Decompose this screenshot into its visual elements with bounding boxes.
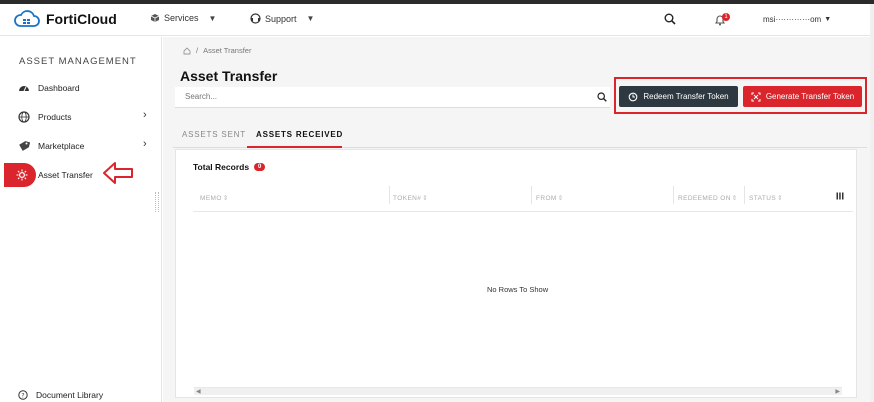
user-menu[interactable]: msi·············om ▼ — [763, 15, 863, 24]
home-icon[interactable] — [183, 46, 191, 55]
sidebar-item-label: Products — [38, 112, 72, 122]
redeem-label: Redeem Transfer Token — [643, 92, 729, 101]
breadcrumb: / Asset Transfer — [183, 46, 251, 55]
column-separator[interactable] — [389, 186, 390, 204]
column-header-redeemed-on[interactable]: REDEEMED ON⇕ — [678, 194, 738, 202]
tab-bar: ASSETS SENT ASSETS RECEIVED — [173, 121, 867, 148]
column-header-memo[interactable]: MEMO⇕ — [200, 194, 229, 202]
sidebar: ASSET MANAGEMENT Dashboard Products › Ma… — [4, 37, 162, 402]
redeem-refresh-icon — [629, 92, 638, 101]
main-content: / Asset Transfer Asset Transfer Redeem T… — [163, 37, 870, 402]
sidebar-item-label: Asset Transfer — [38, 170, 93, 180]
tab-assets-received[interactable]: ASSETS RECEIVED — [256, 130, 343, 139]
page-title: Asset Transfer — [180, 68, 278, 84]
sidebar-title: ASSET MANAGEMENT — [19, 56, 137, 67]
svg-text:?: ? — [21, 392, 24, 399]
sort-icon: ⇕ — [777, 195, 783, 202]
cloud-logo-icon — [14, 10, 40, 27]
total-records: Total Records 0 — [193, 162, 266, 172]
records-grid: Total Records 0 MEMO⇕ TOKEN#⇕ FROM⇕ REDE… — [175, 149, 857, 398]
support-label: Support — [265, 13, 297, 24]
help-circle-icon: ? — [18, 390, 28, 400]
sort-icon: ⇕ — [557, 195, 564, 202]
search-bar — [175, 87, 610, 108]
caret-down-icon: ▼ — [824, 16, 832, 23]
chevron-right-icon: › — [143, 138, 147, 150]
sidebar-resize-handle[interactable] — [155, 192, 159, 212]
breadcrumb-current: Asset Transfer — [203, 46, 252, 55]
asset-transfer-icon — [16, 169, 28, 181]
sidebar-item-label: Dashboard — [38, 83, 80, 93]
column-separator[interactable] — [744, 186, 745, 204]
column-header-label: TOKEN# — [393, 195, 422, 202]
search-input[interactable] — [185, 92, 585, 101]
column-header-label: FROM — [536, 195, 557, 202]
services-cube-icon — [150, 14, 160, 22]
generate-token-icon — [751, 92, 761, 101]
generate-label: Generate Transfer Token — [765, 92, 855, 101]
top-header: FortiCloud Services ▼ Support ▼ 1 msi···… — [0, 4, 870, 36]
sort-icon: ⇕ — [222, 195, 229, 202]
generate-transfer-token-button[interactable]: Generate Transfer Token — [743, 86, 862, 107]
redeem-transfer-token-button[interactable]: Redeem Transfer Token — [619, 86, 738, 107]
caret-down-icon: ▼ — [306, 14, 315, 23]
total-records-label: Total Records — [193, 162, 250, 172]
column-header-status[interactable]: STATUS⇕ — [749, 194, 783, 202]
user-email: msi·············om — [763, 15, 822, 24]
annotation-arrow-icon — [103, 162, 133, 184]
sidebar-item-products[interactable]: Products › — [4, 105, 161, 129]
column-header-from[interactable]: FROM⇕ — [536, 194, 564, 202]
tab-assets-sent[interactable]: ASSETS SENT — [182, 130, 246, 139]
breadcrumb-separator: / — [196, 46, 199, 55]
column-separator[interactable] — [673, 186, 674, 204]
sort-icon: ⇕ — [422, 195, 429, 202]
page-scrollbar[interactable] — [870, 4, 874, 402]
support-headset-icon — [250, 13, 261, 24]
scroll-left-icon[interactable]: ◀ — [196, 388, 201, 395]
services-label: Services — [164, 13, 199, 23]
column-separator[interactable] — [531, 186, 532, 204]
services-menu[interactable]: Services ▼ — [150, 13, 216, 23]
column-header-label: REDEEMED ON — [678, 195, 731, 202]
document-library-label: Document Library — [36, 390, 104, 400]
active-tab-underline — [247, 146, 342, 148]
search-icon[interactable] — [597, 92, 607, 102]
chevron-right-icon: › — [143, 109, 147, 121]
grid-header-divider — [193, 211, 853, 212]
notification-badge: 1 — [722, 13, 730, 21]
logo-text: FortiCloud — [46, 11, 117, 27]
marketplace-tag-icon — [19, 141, 30, 151]
sidebar-item-dashboard[interactable]: Dashboard — [4, 76, 161, 100]
forticloud-logo[interactable]: FortiCloud — [14, 10, 117, 28]
sidebar-item-marketplace[interactable]: Marketplace › — [4, 134, 161, 158]
products-globe-icon — [18, 111, 30, 123]
total-records-count: 0 — [254, 163, 266, 171]
support-menu[interactable]: Support ▼ — [250, 13, 314, 24]
caret-down-icon: ▼ — [208, 13, 217, 23]
document-library-link[interactable]: ? Document Library — [18, 390, 103, 400]
sidebar-item-label: Marketplace — [38, 141, 85, 151]
column-header-label: STATUS — [749, 195, 777, 202]
empty-grid-message: No Rows To Show — [487, 285, 549, 294]
scroll-right-icon[interactable]: ▶ — [835, 388, 840, 395]
search-icon[interactable] — [664, 13, 676, 25]
column-header-label: MEMO — [200, 195, 222, 202]
sidebar-item-asset-transfer[interactable]: Asset Transfer — [4, 163, 161, 187]
sort-icon: ⇕ — [731, 195, 738, 202]
horizontal-scrollbar[interactable]: ◀ ▶ — [194, 387, 842, 395]
column-menu-icon[interactable] — [836, 192, 844, 200]
dashboard-gauge-icon — [19, 86, 29, 92]
column-header-token[interactable]: TOKEN#⇕ — [393, 194, 428, 202]
